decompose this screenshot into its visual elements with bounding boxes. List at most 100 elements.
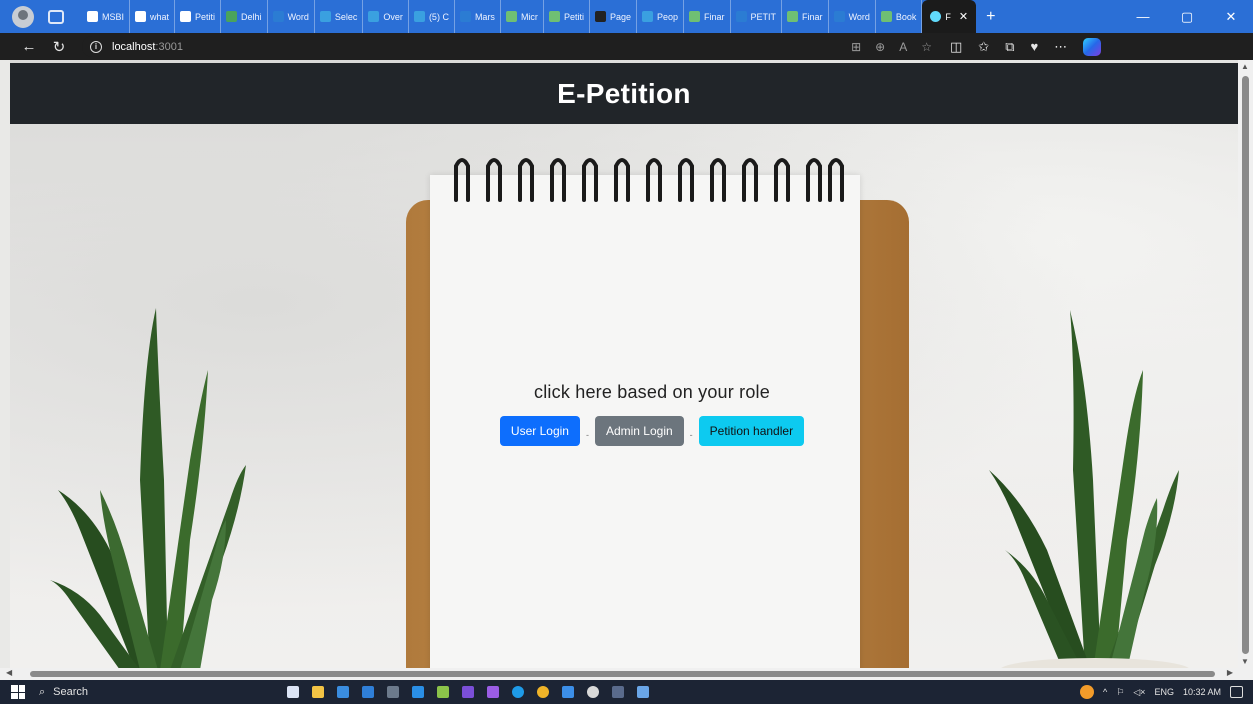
tab-9[interactable]: Micr (501, 0, 544, 33)
left-plant-image (50, 308, 246, 668)
vertical-scroll-thumb[interactable] (1242, 76, 1249, 654)
user-login-button[interactable]: User Login (499, 416, 580, 446)
tab-15[interactable]: Finar (782, 0, 829, 33)
tab-list: MSBI what Petiti Delhi Word Selec Over (5) C Mar… (82, 0, 923, 33)
app-icon[interactable] (387, 686, 399, 698)
tab-label: MSBI (102, 11, 125, 22)
tab-11[interactable]: Page (590, 0, 637, 33)
store-icon[interactable] (337, 686, 349, 698)
refresh-icon[interactable]: ↻ (44, 38, 74, 56)
tab-favicon-icon (505, 11, 517, 22)
tab-4[interactable]: Word (268, 0, 315, 33)
pinned-app-icon[interactable] (562, 686, 574, 698)
network-icon[interactable]: ⚐ (1116, 687, 1124, 698)
tab-0[interactable]: MSBI (82, 0, 131, 33)
favorite-star-icon[interactable]: ☆ (921, 40, 932, 54)
tab-5[interactable]: Selec (315, 0, 364, 33)
browser-toolbar: ← ↻ i localhost:3001 ⊞ ⊕ A ☆ ◫ ✩ ⧉ ♥ ⋯ (0, 33, 1253, 60)
tab-3[interactable]: Delhi (221, 0, 268, 33)
tab-6[interactable]: Over (363, 0, 409, 33)
tab-label: Over (383, 11, 403, 22)
site-header: E-Petition (10, 63, 1238, 124)
tab-favicon-icon (833, 11, 845, 22)
windows-start-icon[interactable] (11, 685, 25, 699)
chrome-icon[interactable] (537, 686, 549, 698)
tab-2[interactable]: Petiti (175, 0, 222, 33)
scroll-left-icon[interactable]: ◀ (6, 668, 12, 677)
collections-icon[interactable]: ⧉ (1005, 39, 1014, 55)
tab-1[interactable]: what (130, 0, 176, 33)
workspaces-icon[interactable] (48, 9, 64, 24)
petition-handler-button[interactable]: Petition handler (698, 416, 805, 446)
scroll-right-icon[interactable]: ▶ (1227, 668, 1233, 677)
tab-active[interactable]: F ✕ (922, 0, 977, 33)
tab-label: Page (609, 11, 631, 22)
tab-label: Mars (474, 11, 495, 22)
new-tab-button[interactable]: + (986, 8, 995, 26)
notifications-icon[interactable] (1230, 686, 1243, 698)
language-indicator[interactable]: ENG (1154, 687, 1174, 697)
tab-10[interactable]: Petiti (544, 0, 590, 33)
browser-essentials-icon[interactable]: ♥ (1031, 39, 1039, 54)
horizontal-scroll-thumb[interactable] (30, 671, 1215, 677)
visual-studio-2-icon[interactable] (487, 686, 499, 698)
tab-17[interactable]: Book (876, 0, 923, 33)
settings-gear-icon[interactable] (587, 686, 599, 698)
tab-label: Word (287, 11, 309, 22)
info-icon[interactable]: i (90, 40, 102, 53)
clock[interactable]: 10:32 AM (1183, 687, 1221, 697)
profile-avatar-icon[interactable] (12, 5, 34, 28)
zoom-icon[interactable]: ⊕ (875, 40, 885, 54)
tab-13[interactable]: Finar (684, 0, 731, 33)
tab-12[interactable]: Peop (637, 0, 685, 33)
visual-studio-icon[interactable] (462, 686, 474, 698)
page-title: E-Petition (557, 77, 691, 109)
vertical-scrollbar[interactable]: ▲ ▼ (1238, 60, 1253, 668)
address-bar[interactable]: i localhost:3001 ⊞ ⊕ A ☆ (82, 36, 932, 57)
minimize-button[interactable]: — (1121, 9, 1165, 24)
notification-badge-icon[interactable] (1079, 685, 1094, 699)
tab-favicon-icon (272, 11, 284, 22)
tab-label: Word (848, 11, 870, 22)
tab-favicon-icon (735, 11, 747, 22)
scroll-up-icon[interactable]: ▲ (1241, 62, 1249, 71)
tab-label: what (150, 11, 170, 22)
vscode-icon[interactable] (412, 686, 424, 698)
scroll-down-icon[interactable]: ▼ (1241, 657, 1249, 666)
tab-7[interactable]: (5) C (409, 0, 455, 33)
task-view-icon[interactable] (287, 686, 299, 698)
tab-favicon-icon (135, 11, 147, 22)
edge-icon[interactable] (512, 686, 524, 698)
back-arrow-icon[interactable]: ← (14, 38, 44, 55)
tab-favicon-icon (319, 11, 331, 22)
mail-icon[interactable] (362, 686, 374, 698)
favorites-icon[interactable]: ✩ (978, 39, 989, 55)
tab-favicon-icon (87, 11, 98, 22)
close-window-button[interactable]: ✕ (1209, 9, 1253, 25)
notepad-icon[interactable] (437, 686, 449, 698)
tab-label: Delhi (241, 11, 262, 22)
app-available-icon[interactable]: ⊞ (851, 40, 861, 54)
tab-14[interactable]: PETIT (731, 0, 783, 33)
volume-icon[interactable]: ◁× (1133, 687, 1145, 698)
restore-button[interactable]: ▢ (1165, 9, 1209, 25)
tab-close-icon[interactable]: ✕ (959, 10, 968, 23)
tab-favicon-icon (689, 11, 701, 22)
terminal-icon[interactable] (612, 686, 624, 698)
copilot-icon[interactable] (1083, 37, 1102, 56)
taskbar-search-label: Search (53, 686, 89, 698)
tab-16[interactable]: Word (829, 0, 876, 33)
taskbar-search[interactable]: ⌕ Search (39, 686, 239, 699)
windows-taskbar: ⌕ Search ^ ⚐ ◁× ENG 10:32 AM (0, 680, 1253, 704)
tab-favicon-icon (413, 11, 425, 22)
chevron-up-icon[interactable]: ^ (1103, 687, 1107, 697)
admin-login-button[interactable]: Admin Login (594, 416, 684, 446)
horizontal-scrollbar[interactable]: ◀ ▶ (0, 668, 1253, 680)
read-aloud-icon[interactable]: A (899, 40, 907, 54)
more-options-icon[interactable]: ⋯ (1054, 39, 1067, 55)
split-screen-icon[interactable]: ◫ (950, 39, 962, 55)
tab-8[interactable]: Mars (455, 0, 501, 33)
ssms-icon[interactable] (637, 686, 649, 698)
tab-favicon-icon (226, 11, 238, 22)
file-explorer-icon[interactable] (312, 686, 324, 698)
